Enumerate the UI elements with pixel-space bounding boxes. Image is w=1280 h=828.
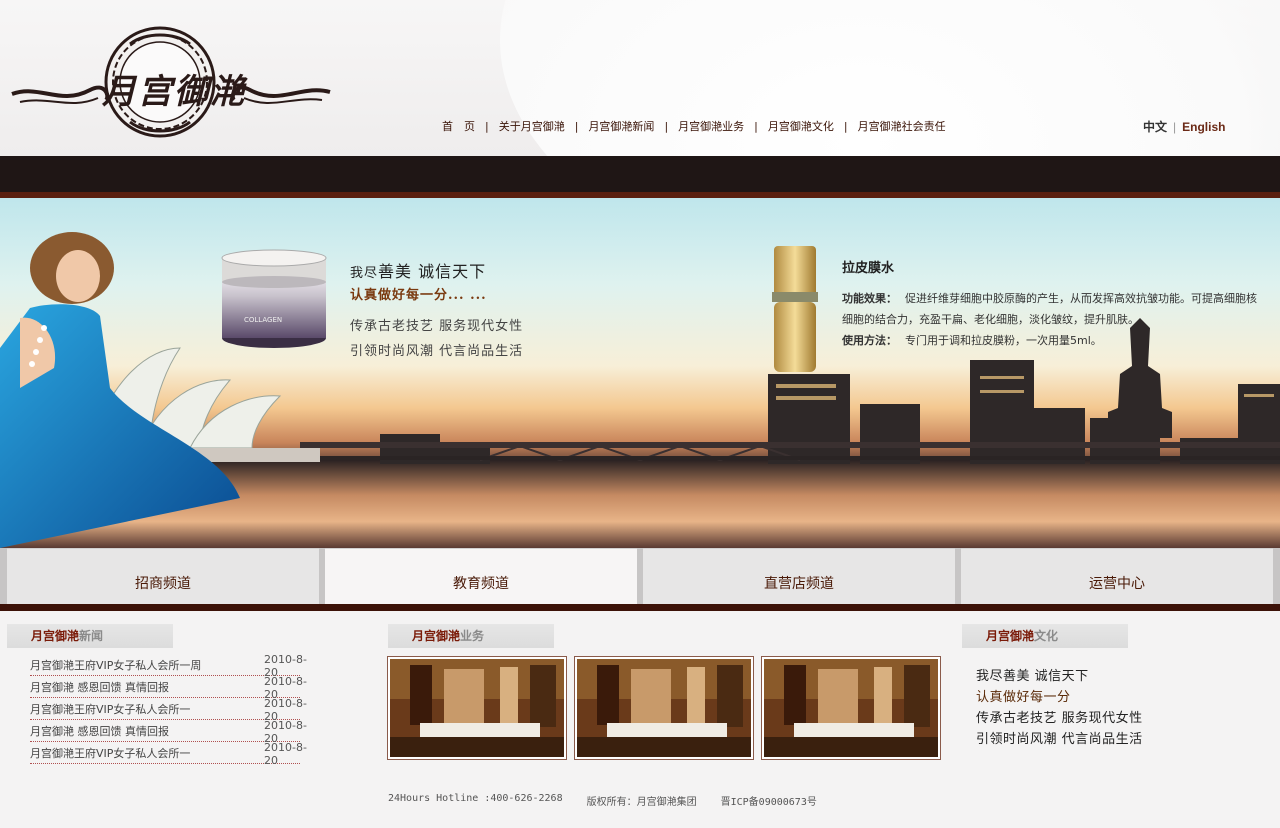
product-description: 拉皮膜水 功能效果： 促进纤维芽细胞中胶原酶的产生，从而发挥高效抗皱功能。可提高细… — [842, 258, 1262, 351]
spa-room-image — [390, 659, 564, 757]
channel-investment[interactable]: 招商频道 — [7, 548, 319, 604]
banner-cityscape-image: COLLAGEN — [0, 232, 1280, 548]
channel-divider-bar — [0, 604, 1280, 611]
slogan-line-2: 认真做好每一分... ... — [350, 288, 487, 303]
slogan-line-4: 引领时尚风潮 代言尚品生活 — [350, 344, 524, 359]
nav-item-about[interactable]: 关于月宫御滟 — [489, 118, 575, 134]
news-item: 月宫御滟 感恩回馈 真情回报 2010-8-20 — [30, 719, 320, 745]
header: 月宫御滟 首 页 | 关于月宫御滟 | 月宫御滟新闻 | 月宫御滟业务 | 月宫… — [0, 0, 1280, 156]
news-item-title[interactable]: 月宫御滟 感恩回馈 真情回报 — [30, 722, 300, 742]
news-item: 月宫御滟王府VIP女子私人会所一 2010-8-20 — [30, 697, 320, 723]
hero-banner[interactable]: COLLAGEN 我尽善美 诚信天下 认真做好每一分... ... 传承古老技艺… — [0, 198, 1280, 548]
business-thumbnail[interactable] — [387, 656, 567, 760]
lang-chinese-link[interactable]: 中文 — [1143, 118, 1167, 135]
product-usage-text: 专门用于调和拉皮膜粉，一次用量5ml。 — [905, 334, 1102, 347]
culture-text: 我尽善美 诚信天下 认真做好每一分 传承古老技艺 服务现代女性 引领时尚风潮 代… — [976, 666, 1143, 750]
culture-heading-label: 文化 — [1034, 629, 1059, 643]
news-item: 月宫御滟 感恩回馈 真情回报 2010-8-20 — [30, 675, 320, 701]
spa-room-image — [577, 659, 751, 757]
culture-line: 引领时尚风潮 代言尚品生活 — [976, 732, 1143, 747]
news-item-title[interactable]: 月宫御滟王府VIP女子私人会所一周 — [30, 656, 300, 676]
culture-heading: 月宫御滟文化 — [962, 624, 1128, 648]
header-divider-bar — [0, 156, 1280, 198]
culture-line: 我尽善美 诚信天下 — [976, 669, 1089, 684]
footer-icp[interactable]: 晋ICP备09000673号 — [721, 793, 817, 808]
news-item-title[interactable]: 月宫御滟 感恩回馈 真情回报 — [30, 678, 300, 698]
channel-education[interactable]: 教育频道 — [325, 548, 637, 604]
footer-hotline: 24Hours Hotline :400-626-2268 — [388, 793, 563, 804]
channel-operation-center[interactable]: 运营中心 — [961, 548, 1273, 604]
business-thumbnail[interactable] — [574, 656, 754, 760]
news-heading-brand: 月宫御滟 — [31, 629, 80, 643]
culture-line: 认真做好每一分 — [976, 690, 1071, 705]
lang-separator: | — [1173, 119, 1177, 134]
nav-item-culture[interactable]: 月宫御滟文化 — [758, 118, 844, 134]
business-thumbnail[interactable] — [761, 656, 941, 760]
business-heading-brand: 月宫御滟 — [412, 629, 461, 643]
product-usage-label: 使用方法： — [842, 334, 897, 347]
product-title: 拉皮膜水 — [842, 261, 895, 276]
logo-text: 月宫御滟 — [102, 72, 246, 112]
business-heading-label: 业务 — [460, 629, 485, 643]
news-heading: 月宫御滟新闻 — [7, 624, 173, 648]
main-nav: 首 页 | 关于月宫御滟 | 月宫御滟新闻 | 月宫御滟业务 | 月宫御滟文化 … — [432, 118, 956, 134]
culture-line: 传承古老技艺 服务现代女性 — [976, 711, 1143, 726]
news-item: 月宫御滟王府VIP女子私人会所一 2010-8-20 — [30, 741, 320, 767]
channel-tabs: 招商频道 教育频道 直营店频道 运营中心 — [0, 548, 1280, 604]
slogan-main: 善美 诚信天下 — [378, 262, 487, 281]
nav-item-home[interactable]: 首 页 — [432, 118, 485, 134]
language-switcher: 中文 | English — [1143, 118, 1225, 135]
news-item: 月宫御滟王府VIP女子私人会所一周 2010-8-20 — [30, 653, 320, 679]
nav-item-news[interactable]: 月宫御滟新闻 — [578, 118, 664, 134]
product-effect-label: 功能效果： — [842, 292, 897, 305]
slogan-line-3: 传承古老技艺 服务现代女性 — [350, 319, 524, 334]
business-heading: 月宫御滟业务 — [388, 624, 554, 648]
jar-label: COLLAGEN — [244, 316, 282, 324]
banner-slogan: 我尽善美 诚信天下 认真做好每一分... ... 传承古老技艺 服务现代女性 引… — [350, 258, 523, 359]
nav-item-business[interactable]: 月宫御滟业务 — [668, 118, 754, 134]
nav-item-social-responsibility[interactable]: 月宫御滟社会责任 — [848, 118, 956, 134]
news-item-title[interactable]: 月宫御滟王府VIP女子私人会所一 — [30, 744, 300, 764]
news-item-date: 2010-8-20 — [264, 741, 307, 767]
brand-logo[interactable]: 月宫御滟 — [10, 26, 332, 140]
slogan-prefix: 我尽 — [350, 266, 379, 281]
news-heading-label: 新闻 — [79, 629, 104, 643]
spa-room-image — [764, 659, 938, 757]
lang-english-link[interactable]: English — [1182, 120, 1225, 134]
news-list: 月宫御滟王府VIP女子私人会所一周 2010-8-20 月宫御滟 感恩回馈 真情… — [30, 653, 320, 767]
footer: 24Hours Hotline :400-626-2268 版权所有：月宫御滟集… — [388, 793, 817, 808]
culture-heading-brand: 月宫御滟 — [986, 629, 1035, 643]
channel-direct-store[interactable]: 直营店频道 — [643, 548, 955, 604]
product-effect-text: 促进纤维芽细胞中胶原酶的产生，从而发挥高效抗皱功能。可提高细胞核细胞的结合力，充… — [842, 292, 1257, 326]
news-item-title[interactable]: 月宫御滟王府VIP女子私人会所一 — [30, 700, 300, 720]
footer-copyright: 版权所有：月宫御滟集团 — [586, 797, 697, 808]
